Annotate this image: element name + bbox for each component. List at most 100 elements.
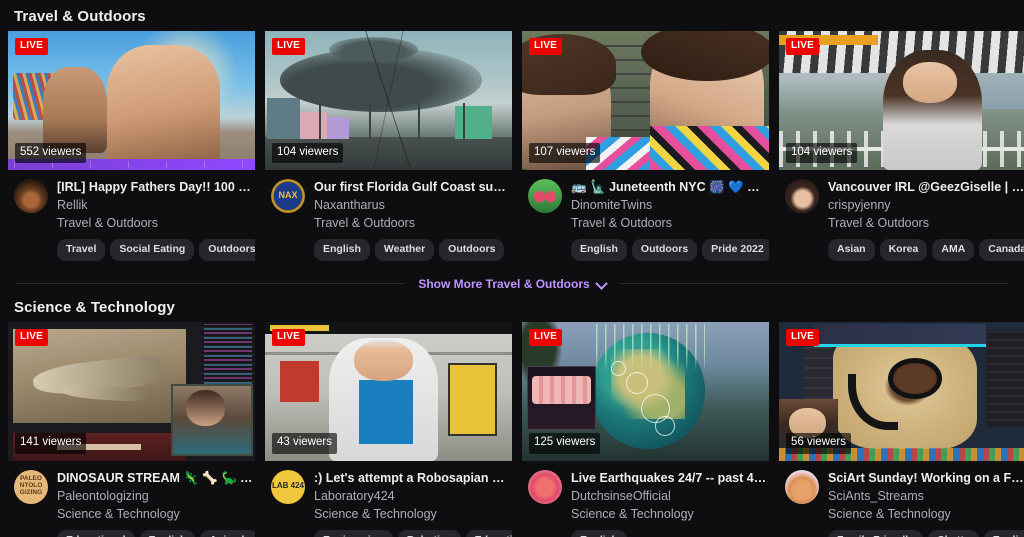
live-badge: LIVE xyxy=(272,38,306,55)
tag[interactable]: Chatty xyxy=(928,529,979,537)
stream-card[interactable]: LIVE 43 viewers LAB 424 :) Let's attempt… xyxy=(265,321,512,537)
tag-list: English Outdoors Pride 2022 xyxy=(571,232,769,261)
avatar[interactable]: LAB 424 xyxy=(271,469,305,504)
stream-title[interactable]: SciArt Sunday! Working on a Father's … xyxy=(828,470,1024,487)
stream-meta: LAB 424 :) Let's attempt a Robosapian ha… xyxy=(265,461,512,537)
viewer-count: 141 viewers xyxy=(15,433,87,454)
tag[interactable]: English xyxy=(139,529,196,537)
tag[interactable]: Weather xyxy=(374,239,435,261)
stream-thumbnail[interactable]: LIVE 107 viewers xyxy=(522,31,769,170)
stream-title[interactable]: DINOSAUR STREAM 🦎 🦴 🦕 Answeri… xyxy=(57,470,255,487)
channel-name[interactable]: DutchsinseOfficial xyxy=(571,487,769,505)
live-badge: LIVE xyxy=(529,38,563,55)
divider-left xyxy=(16,283,405,285)
viewer-count: 104 viewers xyxy=(786,142,858,163)
category-name[interactable]: Travel & Outdoors xyxy=(828,214,1024,232)
tag[interactable]: Animals xyxy=(200,529,255,537)
avatar[interactable]: NAX xyxy=(271,179,305,213)
show-more-row: Show More Travel & Outdoors xyxy=(8,267,1016,291)
category-name[interactable]: Science & Technology xyxy=(314,505,512,523)
avatar[interactable] xyxy=(528,179,562,213)
category-name[interactable]: Science & Technology xyxy=(57,505,255,523)
tag-list: Asian Korea AMA Canada xyxy=(828,232,1024,261)
stream-thumbnail[interactable]: LIVE 125 viewers xyxy=(522,321,769,461)
show-more-button[interactable]: Show More Travel & Outdoors xyxy=(418,277,605,291)
avatar[interactable] xyxy=(785,179,819,213)
tag[interactable]: Pride 2022 xyxy=(702,239,769,261)
stream-meta: 🚌 🗽 Juneteenth NYC 🎆 💙 💖 🌈 | !… Dinomite… xyxy=(522,170,769,261)
stream-card[interactable]: LIVE 104 viewers NAX Our first Florida G… xyxy=(265,31,512,261)
channel-name[interactable]: crispyjenny xyxy=(828,196,1024,214)
stream-card[interactable]: LIVE 125 viewers Live Earthquakes 24/7 -… xyxy=(522,321,769,537)
tag[interactable]: Robotics xyxy=(397,529,461,537)
channel-name[interactable]: Rellik xyxy=(57,196,255,214)
channel-name[interactable]: Naxantharus xyxy=(314,196,512,214)
stream-card-row-science: LIVE 141 viewers PALEO NTOLO GIZING DINO… xyxy=(8,321,1024,537)
stream-title[interactable]: Our first Florida Gulf Coast sunset to… xyxy=(314,179,512,196)
tag[interactable]: Outdoors xyxy=(199,239,255,261)
category-name[interactable]: Travel & Outdoors xyxy=(57,214,255,232)
category-name[interactable]: Science & Technology xyxy=(828,505,1024,523)
stream-card[interactable]: LIVE 141 viewers PALEO NTOLO GIZING DINO… xyxy=(8,321,255,537)
tag[interactable]: English xyxy=(983,529,1024,537)
tag[interactable]: English xyxy=(571,529,627,537)
tag[interactable]: Family Friendly xyxy=(828,529,924,537)
tag[interactable]: Engineering xyxy=(314,529,393,537)
stream-card[interactable]: LIVE 552 viewers [IRL] Happy Fathers Day… xyxy=(8,31,255,261)
tag[interactable]: Educational xyxy=(465,529,512,537)
live-badge: LIVE xyxy=(15,328,49,346)
channel-name[interactable]: SciAnts_Streams xyxy=(828,487,1024,505)
stream-thumbnail[interactable]: LIVE 56 viewers xyxy=(779,321,1024,461)
stream-thumbnail[interactable]: LIVE 141 viewers xyxy=(8,321,255,461)
section-title-travel-outdoors: Travel & Outdoors xyxy=(14,8,146,25)
tag[interactable]: Outdoors xyxy=(631,239,698,261)
tag[interactable]: English xyxy=(314,239,370,261)
avatar[interactable]: PALEO NTOLO GIZING xyxy=(14,469,48,504)
tag[interactable]: Korea xyxy=(879,239,928,261)
live-badge: LIVE xyxy=(786,38,820,55)
tag[interactable]: Canada xyxy=(979,239,1024,261)
tag-list: English xyxy=(571,523,769,537)
tag-list: Travel Social Eating Outdoors xyxy=(57,232,255,261)
channel-name[interactable]: Laboratory424 xyxy=(314,487,512,505)
section-title-science-technology: Science & Technology xyxy=(14,298,175,316)
stream-card[interactable]: LIVE 107 viewers 🚌 🗽 Juneteenth NYC 🎆 💙 … xyxy=(522,31,769,261)
stream-card[interactable]: LIVE 56 viewers SciArt Sunday! Working o… xyxy=(779,321,1024,537)
stream-thumbnail[interactable]: LIVE 104 viewers xyxy=(265,31,512,170)
tag[interactable]: Outdoors xyxy=(439,239,505,261)
live-badge: LIVE xyxy=(15,38,49,55)
category-name[interactable]: Travel & Outdoors xyxy=(571,214,769,232)
stream-title[interactable]: [IRL] Happy Fathers Day!! 100 BITS T… xyxy=(57,179,255,196)
viewer-count: 104 viewers xyxy=(272,142,344,163)
avatar[interactable] xyxy=(14,179,48,213)
stream-thumbnail[interactable]: LIVE 43 viewers xyxy=(265,321,512,461)
channel-name[interactable]: Paleontologizing xyxy=(57,487,255,505)
stream-meta: PALEO NTOLO GIZING DINOSAUR STREAM 🦎 🦴 🦕… xyxy=(8,461,255,537)
stream-thumbnail[interactable]: LIVE 104 viewers xyxy=(779,31,1024,170)
category-name[interactable]: Travel & Outdoors xyxy=(314,214,512,232)
stream-title[interactable]: 🚌 🗽 Juneteenth NYC 🎆 💙 💖 🌈 | !… xyxy=(571,179,769,196)
tag[interactable]: AMA xyxy=(932,239,975,261)
tag[interactable]: Social Eating xyxy=(110,239,195,261)
tag[interactable]: Educational xyxy=(57,529,135,537)
avatar[interactable] xyxy=(785,469,819,504)
stream-title[interactable]: :) Let's attempt a Robosapian hack to … xyxy=(314,470,512,487)
avatar[interactable] xyxy=(528,469,562,504)
tag[interactable]: Travel xyxy=(57,239,106,261)
stream-card-row-travel: LIVE 552 viewers [IRL] Happy Fathers Day… xyxy=(8,31,1024,261)
channel-name[interactable]: DinomiteTwins xyxy=(571,196,769,214)
tag-list: Family Friendly Chatty English xyxy=(828,523,1024,537)
category-name[interactable]: Science & Technology xyxy=(571,505,769,523)
stream-card[interactable]: LIVE 104 viewers Vancouver IRL @GeezGise… xyxy=(779,31,1024,261)
stream-title[interactable]: Live Earthquakes 24/7 -- past 48hrs … xyxy=(571,470,769,487)
stream-title[interactable]: Vancouver IRL @GeezGiselle | $1/100… xyxy=(828,179,1024,196)
tag-list: English Weather Outdoors xyxy=(314,232,512,261)
chevron-down-icon xyxy=(597,279,606,288)
viewer-count: 125 viewers xyxy=(529,433,601,454)
viewer-count: 43 viewers xyxy=(272,433,337,454)
tag[interactable]: English xyxy=(571,239,627,261)
stream-thumbnail[interactable]: LIVE 552 viewers xyxy=(8,31,255,170)
tag[interactable]: Asian xyxy=(828,239,875,261)
live-badge: LIVE xyxy=(529,328,563,346)
tag-list: Engineering Robotics Educational xyxy=(314,523,512,537)
